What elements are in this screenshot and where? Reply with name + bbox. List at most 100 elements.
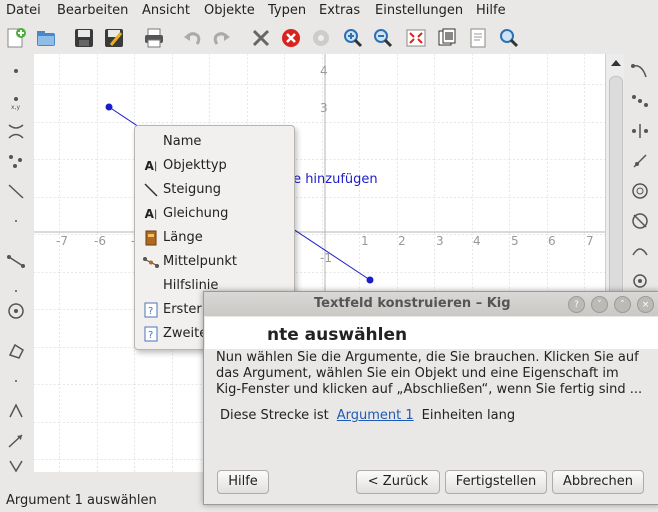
- transform-tool-icon[interactable]: [3, 398, 29, 424]
- menu-typen[interactable]: Typen: [268, 3, 306, 18]
- polygon-tool-icon[interactable]: [3, 338, 29, 364]
- menu-item-label: Gleichung: [163, 206, 229, 221]
- menu-ansicht[interactable]: Ansicht: [142, 3, 190, 18]
- locus-tool-icon[interactable]: [627, 148, 653, 174]
- scroll-up-icon[interactable]: [606, 54, 625, 74]
- settings-icon[interactable]: [308, 25, 334, 51]
- dialog-description: Nun wählen Sie die Argumente, die Sie br…: [216, 350, 643, 397]
- menu-item-objekttyp[interactable]: A | Objekttyp: [135, 154, 294, 178]
- back-button[interactable]: < Zurück: [356, 470, 440, 494]
- cancel-icon[interactable]: [278, 25, 304, 51]
- menu-einstellungen[interactable]: Einstellungen: [375, 3, 463, 18]
- fullscreen-icon[interactable]: [403, 25, 429, 51]
- close-icon[interactable]: ×: [637, 296, 654, 313]
- dialog-title: Textfeld konstruieren – Kig: [314, 296, 511, 311]
- y-tick: -1: [320, 251, 332, 265]
- parallel-tool-icon[interactable]: [627, 118, 653, 144]
- segment-end-point[interactable]: [366, 276, 374, 284]
- x-tick: 5: [511, 234, 519, 248]
- dot2-tool-icon[interactable]: [3, 368, 29, 394]
- dialog-titlebar[interactable]: Textfeld konstruieren – Kig ? ˅ ˄ ×: [204, 292, 658, 316]
- help-icon[interactable]: ?: [568, 296, 585, 313]
- point-tool-icon[interactable]: [3, 58, 29, 84]
- menu-item-label: Steigung: [163, 182, 221, 197]
- curve-points-tool-icon[interactable]: [627, 88, 653, 114]
- menu-item-label: Länge: [163, 230, 203, 245]
- menu-hilfe[interactable]: Hilfe: [476, 3, 506, 18]
- intersection-tool-icon[interactable]: [3, 118, 29, 144]
- print-icon[interactable]: [141, 25, 167, 51]
- menu-bearbeiten[interactable]: Bearbeiten: [57, 3, 128, 18]
- maximize-icon[interactable]: ˄: [614, 296, 631, 313]
- line-tool-icon[interactable]: [3, 178, 29, 204]
- argument-link[interactable]: Argument 1: [337, 408, 414, 423]
- text-label-icon: A |: [144, 207, 158, 221]
- dialog-heading: nte auswählen: [267, 325, 408, 345]
- conic-tool-icon[interactable]: [627, 178, 653, 204]
- y-tick: 3: [320, 101, 328, 115]
- left-toolbar: x,y: [0, 54, 34, 490]
- menu-extras[interactable]: Extras: [319, 3, 360, 18]
- new-document-icon[interactable]: [3, 25, 29, 51]
- text-label-icon: A |: [144, 159, 158, 173]
- menu-objekte[interactable]: Objekte: [204, 3, 255, 18]
- bezier-tool-icon[interactable]: [627, 58, 653, 84]
- slope-icon: [143, 182, 159, 198]
- midpoint-icon: [143, 254, 159, 270]
- help-button[interactable]: Hilfe: [217, 470, 269, 494]
- menu-item-steigung[interactable]: Steigung: [135, 178, 294, 202]
- length-icon: [143, 230, 159, 246]
- menu-item-label: Name: [163, 134, 202, 149]
- points-tool-icon[interactable]: [3, 148, 29, 174]
- dialog-header: nte auswählen: [205, 317, 658, 349]
- menu-item-mittelpunkt[interactable]: Mittelpunkt: [135, 250, 294, 274]
- save-as-icon[interactable]: [101, 25, 127, 51]
- construct-textfield-dialog: Textfeld konstruieren – Kig ? ˅ ˄ × nte …: [203, 291, 658, 505]
- circle-tool-icon[interactable]: [3, 298, 29, 324]
- redo-icon[interactable]: [209, 25, 235, 51]
- svg-text:?: ?: [148, 306, 153, 317]
- x-tick: 4: [473, 234, 481, 248]
- x-tick: 3: [436, 234, 444, 248]
- x-tick: -6: [94, 234, 106, 248]
- x-tick: -7: [56, 234, 68, 248]
- document-properties-icon[interactable]: [465, 25, 491, 51]
- zoom-out-icon[interactable]: [370, 25, 396, 51]
- svg-text:x,y: x,y: [11, 104, 20, 111]
- arc-tool-icon[interactable]: [627, 238, 653, 264]
- canvas-hint-text: ke hinzufügen: [286, 172, 378, 187]
- x-tick: 2: [398, 234, 406, 248]
- zoom-search-icon[interactable]: [496, 25, 522, 51]
- delete-icon[interactable]: [248, 25, 274, 51]
- fit-page-icon[interactable]: [434, 25, 460, 51]
- vector-tool-icon[interactable]: [3, 428, 29, 454]
- x-tick: 7: [586, 234, 594, 248]
- menu-item-name[interactable]: Name: [135, 130, 294, 154]
- menubar: Datei Bearbeiten Ansicht Objekte Typen E…: [0, 0, 658, 22]
- row-prefix: Diese Strecke ist: [220, 408, 329, 423]
- no-circle-tool-icon[interactable]: [627, 208, 653, 234]
- dot-tool-icon[interactable]: [3, 208, 29, 234]
- menu-item-gleichung[interactable]: A | Gleichung: [135, 202, 294, 226]
- minimize-icon[interactable]: ˅: [591, 296, 608, 313]
- cancel-button[interactable]: Abbrechen: [552, 470, 644, 494]
- zoom-in-icon[interactable]: [340, 25, 366, 51]
- menu-item-label: Objekttyp: [163, 158, 227, 173]
- open-icon[interactable]: [33, 25, 59, 51]
- finish-button[interactable]: Fertigstellen: [445, 470, 547, 494]
- segment-tool-icon[interactable]: [3, 248, 29, 274]
- save-icon[interactable]: [71, 25, 97, 51]
- y-tick: 4: [320, 64, 328, 78]
- help-icon: ?: [143, 302, 159, 318]
- segment-start-point[interactable]: [105, 103, 113, 111]
- status-text: Argument 1 auswählen: [6, 493, 157, 508]
- row-suffix: Einheiten lang: [421, 408, 516, 423]
- menu-datei[interactable]: Datei: [6, 3, 41, 18]
- menu-item-label: Mittelpunkt: [163, 254, 237, 269]
- angle-tool-icon[interactable]: [3, 452, 29, 478]
- undo-icon[interactable]: [179, 25, 205, 51]
- argument-row: Diese Strecke ist Argument 1 Einheiten lan…: [220, 408, 515, 423]
- x-tick: 1: [361, 234, 369, 248]
- menu-item-laenge[interactable]: Länge: [135, 226, 294, 250]
- point-label-tool-icon[interactable]: x,y: [3, 88, 29, 114]
